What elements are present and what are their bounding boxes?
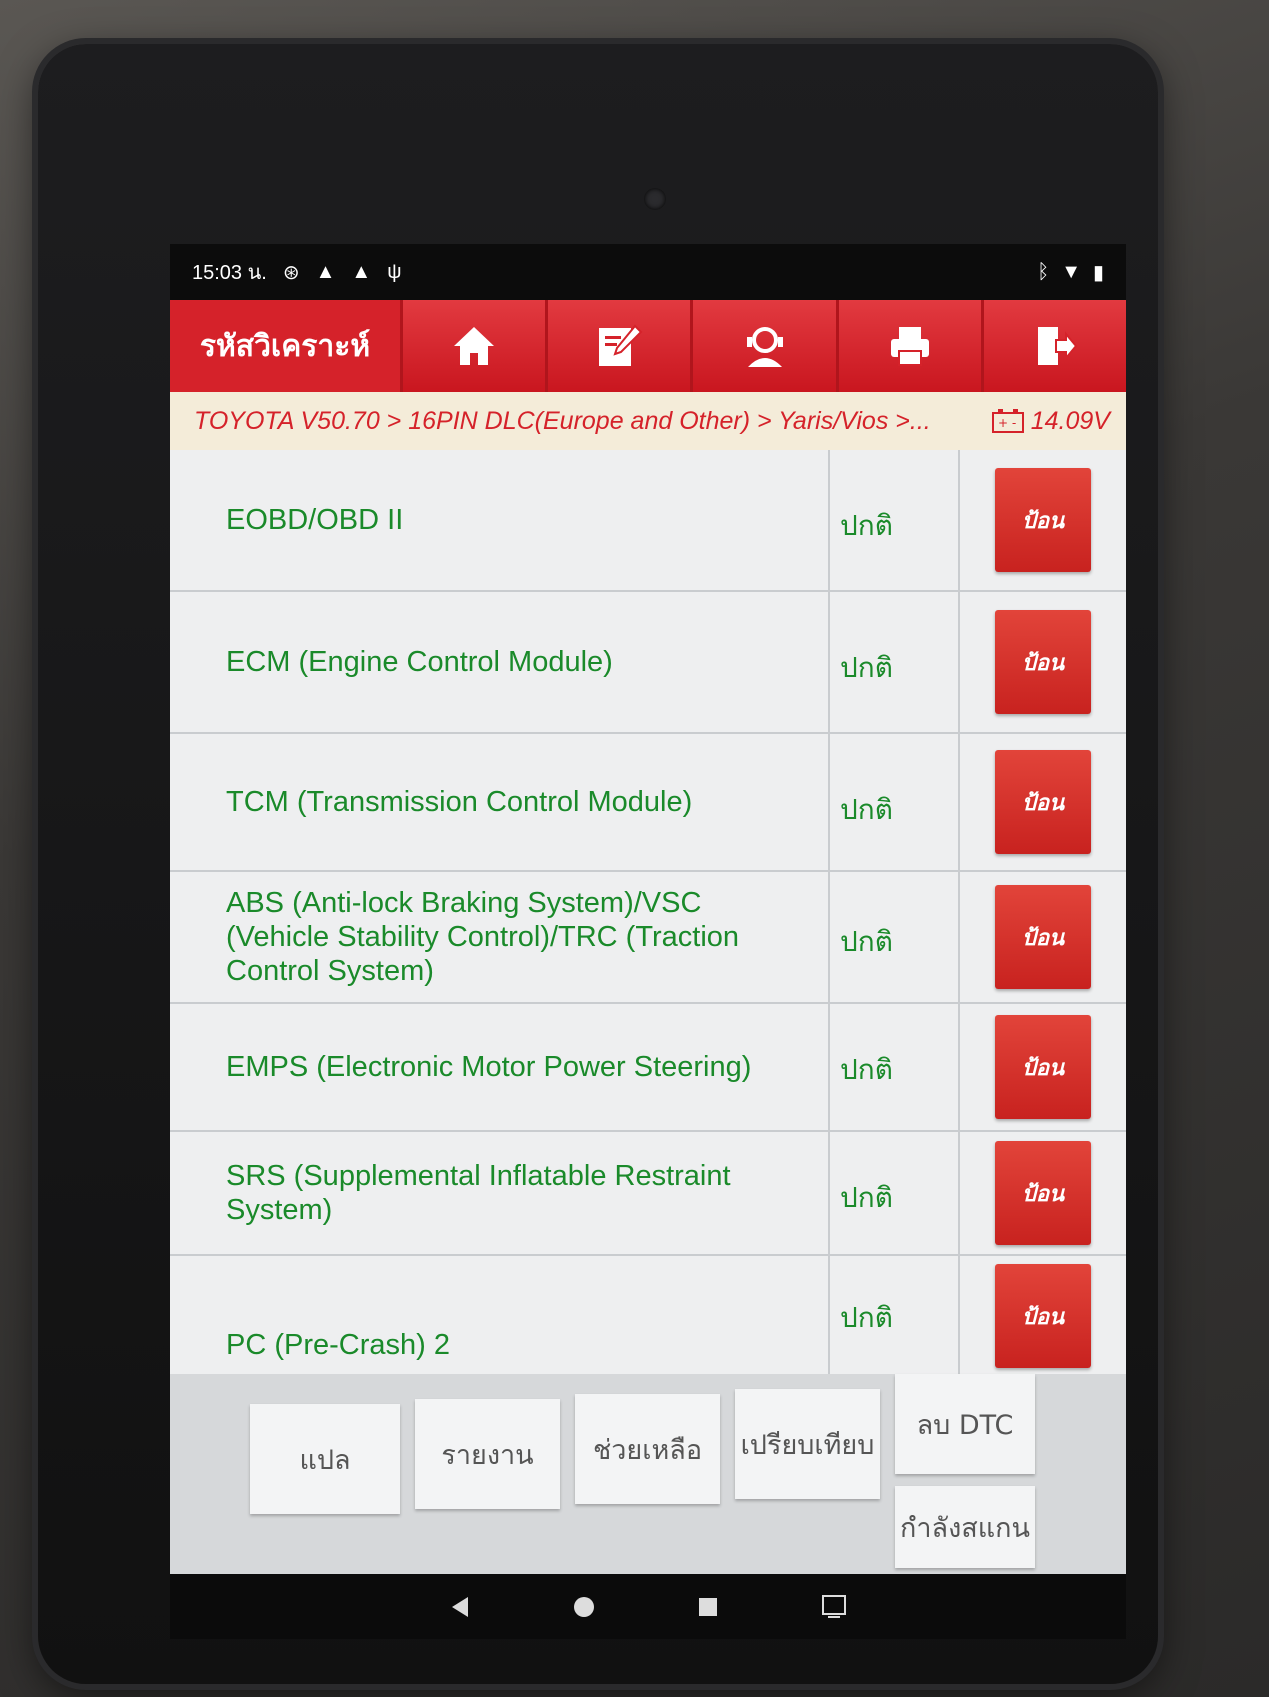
home-icon: [454, 327, 495, 365]
wifi-icon: ▼: [1061, 260, 1081, 283]
enter-button[interactable]: ป้อน: [995, 610, 1091, 714]
breadcrumb: TOYOTA V50.70 > 16PIN DLC(Europe and Oth…: [170, 392, 1126, 450]
table-row[interactable]: PC (Pre-Crash) 2 ปกติ ป้อน: [170, 1256, 1126, 1378]
module-name: EOBD/OBD II: [170, 450, 830, 590]
enter-button[interactable]: ป้อน: [995, 1264, 1091, 1368]
module-status: ปกติ: [830, 1256, 960, 1376]
bluetooth-icon: ᛒ: [1037, 260, 1050, 283]
usb-icon: ψ: [387, 260, 402, 283]
module-status: ปกติ: [830, 872, 960, 1002]
android-nav-bar: [170, 1574, 1126, 1639]
car-battery-icon: + -: [991, 409, 1024, 433]
edit-button[interactable]: [545, 300, 691, 392]
back-icon[interactable]: [448, 1595, 472, 1619]
sync-icon: ⊛: [282, 261, 300, 284]
warning-icon: ▲: [315, 260, 336, 283]
module-status: ปกติ: [830, 1004, 960, 1130]
module-status: ปกติ: [830, 734, 960, 870]
enter-button[interactable]: ป้อน: [995, 885, 1091, 989]
table-row[interactable]: ECM (Engine Control Module) ปกติ ป้อน: [170, 592, 1126, 734]
enter-button[interactable]: ป้อน: [995, 750, 1091, 854]
breadcrumb-path: TOYOTA V50.70 > 16PIN DLC(Europe and Oth…: [194, 406, 931, 435]
warning-icon-2: ▲: [351, 260, 372, 283]
enter-button[interactable]: ป้อน: [995, 1141, 1091, 1245]
tablet-device: 15:03 น. ⊛ ▲ ▲ ψ ᛒ ▼ ▮ รหัสวิเคราะห์ TOY…: [38, 44, 1158, 1684]
module-status: ปกติ: [830, 450, 960, 590]
svg-text:+ -: + -: [998, 416, 1016, 430]
module-status: ปกติ: [830, 1132, 960, 1254]
home-button[interactable]: [400, 300, 546, 392]
report-button[interactable]: รายงาน: [415, 1399, 560, 1509]
battery-voltage: + - 14.09V: [991, 407, 1110, 436]
enter-button[interactable]: ป้อน: [995, 468, 1091, 572]
status-bar: 15:03 น. ⊛ ▲ ▲ ψ ᛒ ▼ ▮: [170, 244, 1126, 300]
compare-button[interactable]: เปรียบเทียบ: [735, 1389, 880, 1499]
voltage-value: 14.09V: [1030, 406, 1110, 435]
support-button[interactable]: [690, 300, 836, 392]
table-row[interactable]: SRS (Supplemental Inflatable Restraint S…: [170, 1132, 1126, 1256]
module-name: ECM (Engine Control Module): [170, 592, 830, 732]
screen: 15:03 น. ⊛ ▲ ▲ ψ ᛒ ▼ ▮ รหัสวิเคราะห์ TOY…: [170, 244, 1126, 1639]
table-row[interactable]: EMPS (Electronic Motor Power Steering) ป…: [170, 1004, 1126, 1132]
printer-icon: [890, 327, 929, 366]
home-nav-icon[interactable]: [572, 1595, 596, 1619]
toolbar: รหัสวิเคราะห์: [170, 300, 1126, 392]
front-camera: [644, 188, 666, 210]
screenshot-icon[interactable]: [820, 1593, 848, 1621]
module-name: ABS (Anti-lock Braking System)/VSC (Vehi…: [170, 872, 830, 1002]
recents-icon[interactable]: [696, 1595, 720, 1619]
table-row[interactable]: TCM (Transmission Control Module) ปกติ ป…: [170, 734, 1126, 872]
print-button[interactable]: [835, 300, 981, 392]
exit-icon: [1037, 327, 1078, 365]
translate-button[interactable]: แปล: [250, 1404, 400, 1514]
help-button[interactable]: ช่วยเหลือ: [575, 1394, 720, 1504]
headset-icon: [746, 327, 783, 367]
module-name: TCM (Transmission Control Module): [170, 734, 830, 870]
clear-dtc-button[interactable]: ลบ DTC: [895, 1374, 1035, 1474]
exit-button[interactable]: [980, 300, 1126, 392]
module-status: ปกติ: [830, 592, 960, 732]
module-name: SRS (Supplemental Inflatable Restraint S…: [170, 1132, 830, 1254]
module-name: PC (Pre-Crash) 2: [170, 1256, 830, 1376]
clock: 15:03 น.: [192, 262, 267, 284]
table-row[interactable]: EOBD/OBD II ปกติ ป้อน: [170, 450, 1126, 592]
battery-icon: ▮: [1092, 261, 1104, 284]
enter-button[interactable]: ป้อน: [995, 1015, 1091, 1119]
edit-icon: [599, 324, 643, 366]
page-title: รหัสวิเคราะห์: [199, 328, 371, 364]
scanning-button[interactable]: กำลังสแกน: [895, 1486, 1035, 1568]
module-name: EMPS (Electronic Motor Power Steering): [170, 1004, 830, 1130]
module-list: EOBD/OBD II ปกติ ป้อน ECM (Engine Contro…: [170, 450, 1126, 1378]
bottom-action-bar: แปล รายงาน ช่วยเหลือ เปรียบเทียบ ลบ DTC …: [170, 1374, 1126, 1574]
table-row[interactable]: ABS (Anti-lock Braking System)/VSC (Vehi…: [170, 872, 1126, 1004]
